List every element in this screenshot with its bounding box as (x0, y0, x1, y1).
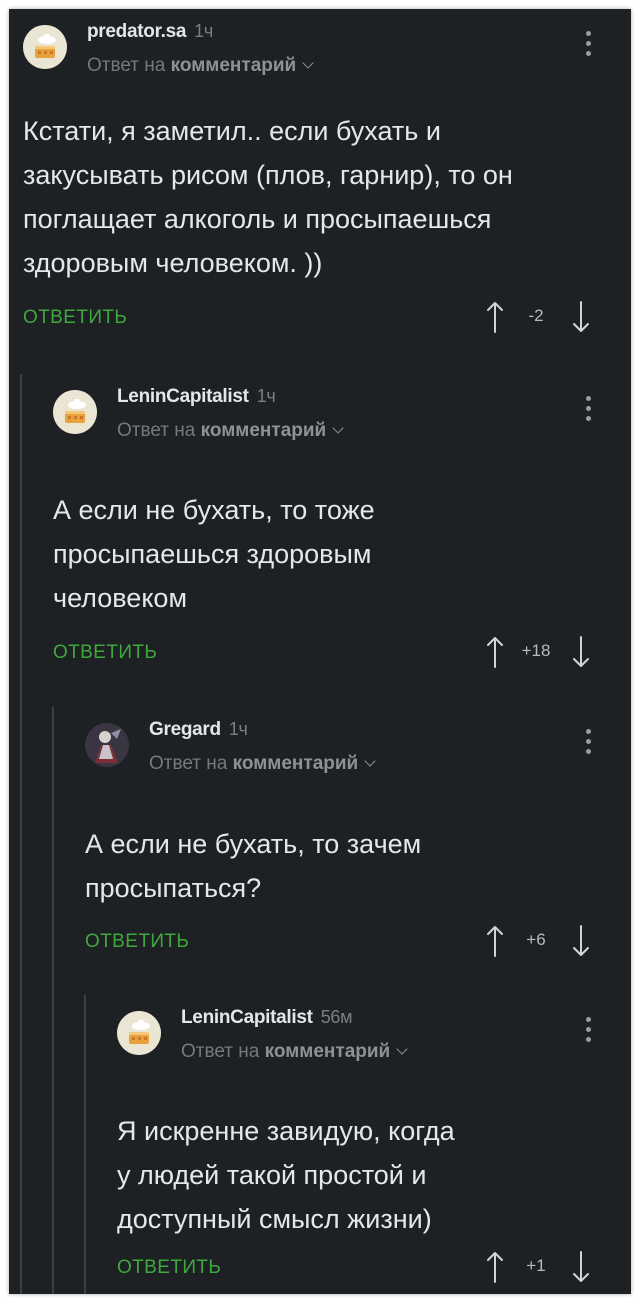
cake-avatar-icon[interactable] (23, 25, 67, 69)
comment-text: Я искренне завидую, когда у людей такой п… (117, 1109, 455, 1241)
chevron-down-icon (396, 1043, 408, 1055)
reply-button[interactable]: ОТВЕТИТЬ (23, 307, 127, 329)
vote-controls: -2 (485, 300, 605, 334)
comment-text: А если не бухать, то зачем просыпаться? (85, 822, 421, 910)
cake-avatar-icon[interactable] (117, 1011, 161, 1055)
comment-text-line: у людей такой простой и (117, 1160, 427, 1190)
thread-indent-line (52, 707, 54, 1294)
reply-to-link[interactable]: Ответ на комментарий (117, 420, 344, 442)
comment-text-line: Я искренне завидую, когда (117, 1116, 455, 1146)
vote-score: +18 (521, 641, 551, 660)
upvote-arrow-icon[interactable] (485, 635, 505, 669)
reply-to-target: комментарий (200, 420, 327, 441)
reply-to-prefix: Ответ на (181, 1041, 260, 1062)
downvote-arrow-icon[interactable] (571, 1250, 591, 1284)
comment-text-line: здоровым человеком. )) (23, 248, 323, 278)
more-options-icon[interactable] (583, 31, 593, 61)
chevron-down-icon (364, 755, 376, 767)
more-options-icon[interactable] (583, 1017, 593, 1047)
comment-item: LeninCapitalist 1ч Ответ на комментарий А е… (39, 374, 631, 707)
comment-text-line: поглащает алкоголь и просыпаешься (23, 204, 492, 234)
character-avatar-icon[interactable] (85, 723, 129, 767)
vote-controls: +18 (485, 635, 605, 669)
comment-time: 1ч (256, 386, 276, 406)
comment-thread: predator.sa 1ч Ответ на комментарий Кстати,… (9, 9, 631, 1294)
comment-item: LeninCapitalist 56м Ответ на комментарий Я … (103, 995, 631, 1294)
comment-time: 1ч (194, 21, 213, 41)
reply-to-prefix: Ответ на (149, 753, 228, 774)
reply-to-prefix: Ответ на (117, 420, 196, 441)
comment-text-line: А если не бухать, то зачем (85, 829, 422, 859)
comment-header: LeninCapitalist 1ч (117, 386, 276, 408)
comment-header: LeninCapitalist 56м (181, 1007, 352, 1029)
upvote-arrow-icon[interactable] (485, 1250, 505, 1284)
downvote-arrow-icon[interactable] (571, 300, 591, 334)
upvote-arrow-icon[interactable] (485, 300, 505, 334)
more-options-icon[interactable] (583, 396, 593, 426)
username-link[interactable]: predator.sa (87, 21, 186, 42)
comment-time: 1ч (228, 719, 248, 739)
vote-controls: +1 (485, 1250, 605, 1284)
chevron-down-icon (302, 57, 314, 69)
comment-text-line: просыпаешься здоровым (53, 539, 372, 569)
comment-header: Gregard 1ч (149, 719, 248, 741)
reply-to-target: комментарий (170, 55, 297, 76)
comment-text-line: просыпаться? (85, 873, 262, 903)
comment-item: Gregard 1ч Ответ на комментарий А если не б… (71, 707, 631, 995)
reply-to-link[interactable]: Ответ на комментарий (149, 753, 376, 775)
username-link[interactable]: Gregard (149, 719, 221, 740)
cake-avatar-icon[interactable] (53, 390, 97, 434)
username-link[interactable]: LeninCapitalist (117, 386, 249, 407)
downvote-arrow-icon[interactable] (571, 924, 591, 958)
comment-text-line: доступный смысл жизни) (117, 1204, 432, 1234)
vote-score: +1 (526, 1256, 546, 1275)
reply-to-link[interactable]: Ответ на комментарий (181, 1041, 408, 1063)
chevron-down-icon (332, 422, 344, 434)
comment-header: predator.sa 1ч (87, 21, 213, 43)
comment-item: predator.sa 1ч Ответ на комментарий Кстати,… (9, 9, 631, 374)
username-link[interactable]: LeninCapitalist (181, 1007, 313, 1028)
comment-text-line: закусывать рисом (плов, гарнир), то он (23, 160, 513, 190)
comment-text-line: Кстати, я заметил.. если бухать и (23, 116, 441, 146)
vote-controls: +6 (485, 924, 605, 958)
more-options-icon[interactable] (583, 729, 593, 759)
reply-button[interactable]: ОТВЕТИТЬ (117, 1257, 221, 1279)
comment-time: 56м (320, 1007, 353, 1027)
comment-text: Кстати, я заметил.. если бухать и закусыв… (23, 109, 513, 285)
vote-score: -2 (528, 306, 544, 325)
reply-button[interactable]: ОТВЕТИТЬ (53, 642, 157, 664)
upvote-arrow-icon[interactable] (485, 924, 505, 958)
thread-indent-line (20, 374, 22, 1294)
downvote-arrow-icon[interactable] (571, 635, 591, 669)
vote-score: +6 (526, 930, 546, 949)
comment-text-line: человеком (53, 583, 188, 613)
reply-button[interactable]: ОТВЕТИТЬ (85, 931, 189, 953)
reply-to-prefix: Ответ на (87, 55, 166, 76)
thread-indent-line (84, 995, 86, 1294)
reply-to-link[interactable]: Ответ на комментарий (87, 55, 314, 77)
comment-text: А если не бухать, то тоже просыпаешься зд… (53, 488, 375, 620)
reply-to-target: комментарий (232, 753, 359, 774)
reply-to-target: комментарий (264, 1041, 391, 1062)
comment-text-line: А если не бухать, то тоже (53, 495, 375, 525)
